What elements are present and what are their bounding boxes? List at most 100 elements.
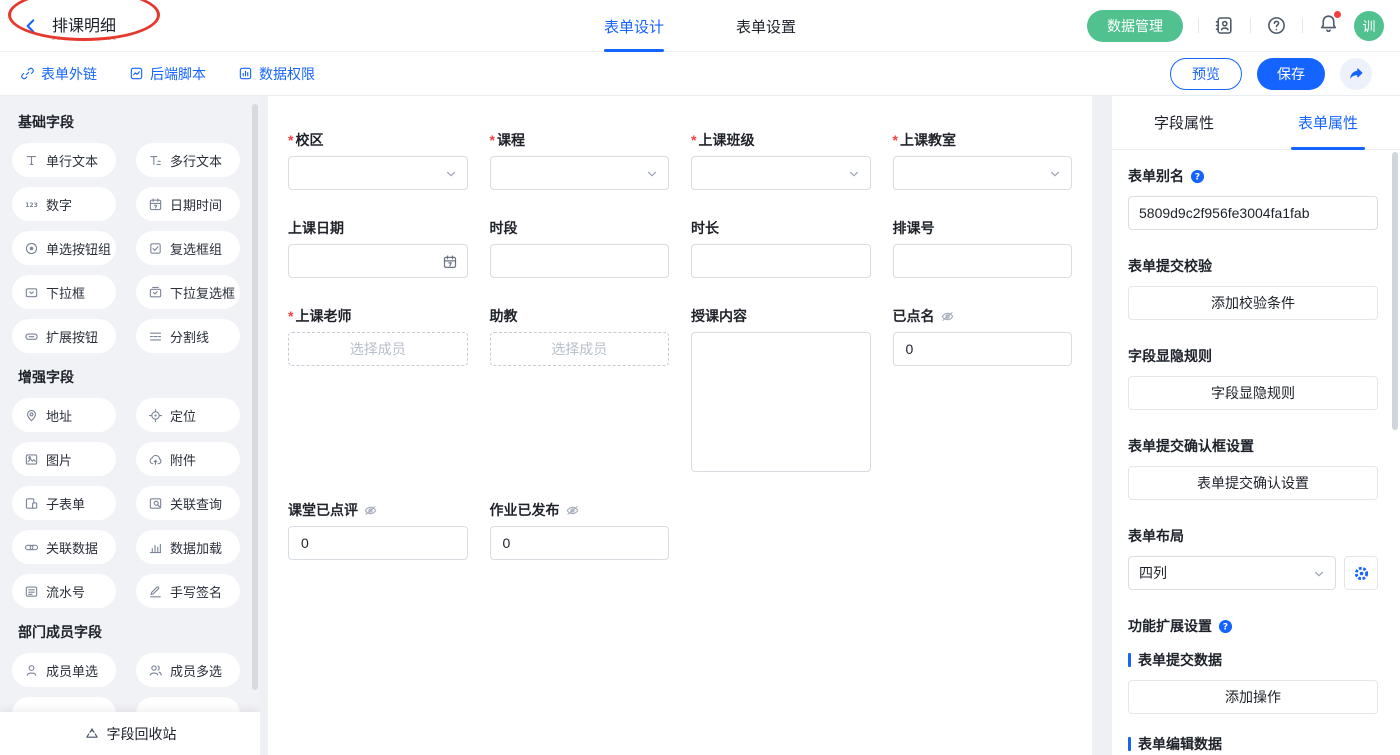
sidebar-item-number[interactable]: 123数字 bbox=[12, 187, 116, 221]
permission-icon bbox=[238, 66, 253, 81]
submit-validation-block: 表单提交校验 添加校验条件 bbox=[1128, 256, 1378, 320]
eye-off-icon bbox=[565, 503, 580, 518]
svg-text:?: ? bbox=[1223, 622, 1228, 632]
submit-data-add-action-button[interactable]: 添加操作 bbox=[1128, 680, 1378, 714]
sidebar-item-single-line-text[interactable]: 单行文本 bbox=[12, 143, 116, 177]
class-reviewed-input[interactable]: 0 bbox=[288, 526, 468, 560]
contacts-icon[interactable] bbox=[1214, 15, 1235, 36]
classroom-select[interactable] bbox=[893, 156, 1073, 190]
address-icon bbox=[24, 408, 39, 423]
notification-bell-icon[interactable] bbox=[1318, 13, 1339, 39]
field-class-date[interactable]: 上课日期 bbox=[288, 220, 468, 278]
form-external-link[interactable]: 表单外链 bbox=[20, 64, 97, 84]
field-duration[interactable]: 时长 bbox=[691, 220, 871, 278]
field-teaching-content[interactable]: 授课内容 bbox=[691, 308, 871, 472]
campus-select[interactable] bbox=[288, 156, 468, 190]
class-date-input[interactable] bbox=[288, 244, 468, 278]
duration-input[interactable] bbox=[691, 244, 871, 278]
toolbar: 表单外链 后端脚本 数据权限 预览 保存 bbox=[0, 52, 1400, 96]
serial-number-icon bbox=[24, 584, 39, 599]
sidebar-item-signature[interactable]: 手写签名 bbox=[136, 574, 240, 608]
sidebar-scrollbar[interactable] bbox=[252, 104, 258, 690]
tab-field-properties[interactable]: 字段属性 bbox=[1112, 96, 1256, 149]
toolbar-actions: 预览 保存 bbox=[1170, 58, 1372, 90]
tab-form-settings[interactable]: 表单设置 bbox=[736, 0, 796, 52]
add-validation-button[interactable]: 添加校验条件 bbox=[1128, 286, 1378, 320]
sidebar-item-linked-query[interactable]: 关联查询 bbox=[136, 486, 240, 520]
field-class-reviewed[interactable]: 课堂已点评 0 bbox=[288, 502, 468, 560]
sidebar-item-serial-number[interactable]: 流水号 bbox=[12, 574, 116, 608]
sidebar-item-checkbox-group[interactable]: 复选框组 bbox=[136, 231, 240, 265]
form-title[interactable]: 排课明细 bbox=[52, 12, 116, 40]
homework-published-input[interactable]: 0 bbox=[490, 526, 670, 560]
field-palette-sidebar: 基础字段 单行文本 多行文本 123数字 日期时间 单选按钮组 复选框组 下拉框… bbox=[0, 96, 260, 755]
time-slot-input[interactable] bbox=[490, 244, 670, 278]
course-select[interactable] bbox=[490, 156, 670, 190]
tab-form-design[interactable]: 表单设计 bbox=[604, 0, 664, 52]
sidebar-item-datetime[interactable]: 日期时间 bbox=[136, 187, 240, 221]
sidebar-item-member-multi[interactable]: 成员多选 bbox=[136, 653, 240, 687]
sidebar-item-image[interactable]: 图片 bbox=[12, 442, 116, 476]
eye-off-icon bbox=[940, 309, 955, 324]
share-button[interactable] bbox=[1340, 58, 1372, 90]
field-roll-called[interactable]: 已点名 0 bbox=[893, 308, 1073, 366]
avatar[interactable]: 训 bbox=[1354, 11, 1384, 41]
back-icon[interactable] bbox=[22, 17, 40, 35]
member-multi-icon bbox=[148, 663, 163, 678]
assistant-member-picker[interactable]: 选择成员 bbox=[490, 332, 670, 366]
sidebar-item-member-single[interactable]: 成员单选 bbox=[12, 653, 116, 687]
submit-data-group-title: 表单提交数据 bbox=[1128, 650, 1378, 670]
properties-tabs: 字段属性 表单属性 bbox=[1112, 96, 1400, 150]
field-classroom[interactable]: *上课教室 bbox=[893, 132, 1073, 190]
sidebar-item-select-box[interactable]: 下拉框 bbox=[12, 275, 116, 309]
form-layout-select[interactable]: 四列 bbox=[1128, 556, 1336, 590]
field-schedule-no[interactable]: 排课号 bbox=[893, 220, 1073, 278]
field-campus[interactable]: *校区 bbox=[288, 132, 468, 190]
notification-dot bbox=[1334, 11, 1341, 18]
sidebar-item-address[interactable]: 地址 bbox=[12, 398, 116, 432]
teacher-member-picker[interactable]: 选择成员 bbox=[288, 332, 468, 366]
class-select[interactable] bbox=[691, 156, 871, 190]
tab-form-properties[interactable]: 表单属性 bbox=[1256, 96, 1400, 149]
help-icon[interactable] bbox=[1266, 15, 1287, 36]
layout-settings-button[interactable] bbox=[1344, 556, 1378, 590]
field-assistant[interactable]: 助教 选择成员 bbox=[490, 308, 670, 366]
gear-icon bbox=[1353, 565, 1370, 582]
number-icon: 123 bbox=[24, 197, 39, 212]
field-recycle-bin[interactable]: 字段回收站 bbox=[0, 712, 260, 755]
panel-scrollbar[interactable] bbox=[1392, 152, 1398, 430]
radio-group-icon bbox=[24, 241, 39, 256]
recycle-icon bbox=[84, 726, 100, 742]
help-badge-icon[interactable]: ? bbox=[1190, 169, 1205, 184]
chevron-down-icon bbox=[847, 167, 861, 181]
sidebar-item-data-load[interactable]: 数据加载 bbox=[136, 530, 240, 564]
field-time-slot[interactable]: 时段 bbox=[490, 220, 670, 278]
field-class[interactable]: *上课班级 bbox=[691, 132, 871, 190]
sidebar-item-attachment[interactable]: 附件 bbox=[136, 442, 240, 476]
sidebar-item-divider-line[interactable]: 分割线 bbox=[136, 319, 240, 353]
save-button[interactable]: 保存 bbox=[1257, 58, 1325, 90]
sidebar-item-subform[interactable]: 子表单 bbox=[12, 486, 116, 520]
basic-fields-section: 基础字段 单行文本 多行文本 123数字 日期时间 单选按钮组 复选框组 下拉框… bbox=[12, 112, 260, 353]
field-teacher[interactable]: *上课老师 选择成员 bbox=[288, 308, 468, 366]
data-permission-link[interactable]: 数据权限 bbox=[238, 64, 315, 84]
help-badge-icon[interactable]: ? bbox=[1218, 619, 1233, 634]
field-course[interactable]: *课程 bbox=[490, 132, 670, 190]
preview-button[interactable]: 预览 bbox=[1170, 58, 1242, 90]
backend-script-link[interactable]: 后端脚本 bbox=[129, 64, 206, 84]
roll-called-input[interactable]: 0 bbox=[893, 332, 1073, 366]
sidebar-item-location[interactable]: 定位 bbox=[136, 398, 240, 432]
schedule-no-input[interactable] bbox=[893, 244, 1073, 278]
field-homework-published[interactable]: 作业已发布 0 bbox=[490, 502, 670, 560]
subform-icon bbox=[24, 496, 39, 511]
submit-confirm-button[interactable]: 表单提交确认设置 bbox=[1128, 466, 1378, 500]
sidebar-item-multi-line-text[interactable]: 多行文本 bbox=[136, 143, 240, 177]
sidebar-item-radio-group[interactable]: 单选按钮组 bbox=[12, 231, 116, 265]
sidebar-item-extend-button[interactable]: 扩展按钮 bbox=[12, 319, 116, 353]
sidebar-item-multi-select-box[interactable]: 下拉复选框 bbox=[136, 275, 240, 309]
field-visibility-button[interactable]: 字段显隐规则 bbox=[1128, 376, 1378, 410]
data-manage-button[interactable]: 数据管理 bbox=[1087, 10, 1183, 42]
teaching-content-textarea[interactable] bbox=[691, 332, 871, 472]
form-alias-input[interactable]: 5809d9c2f956fe3004fa1fab bbox=[1128, 196, 1378, 230]
sidebar-item-linked-data[interactable]: 关联数据 bbox=[12, 530, 116, 564]
